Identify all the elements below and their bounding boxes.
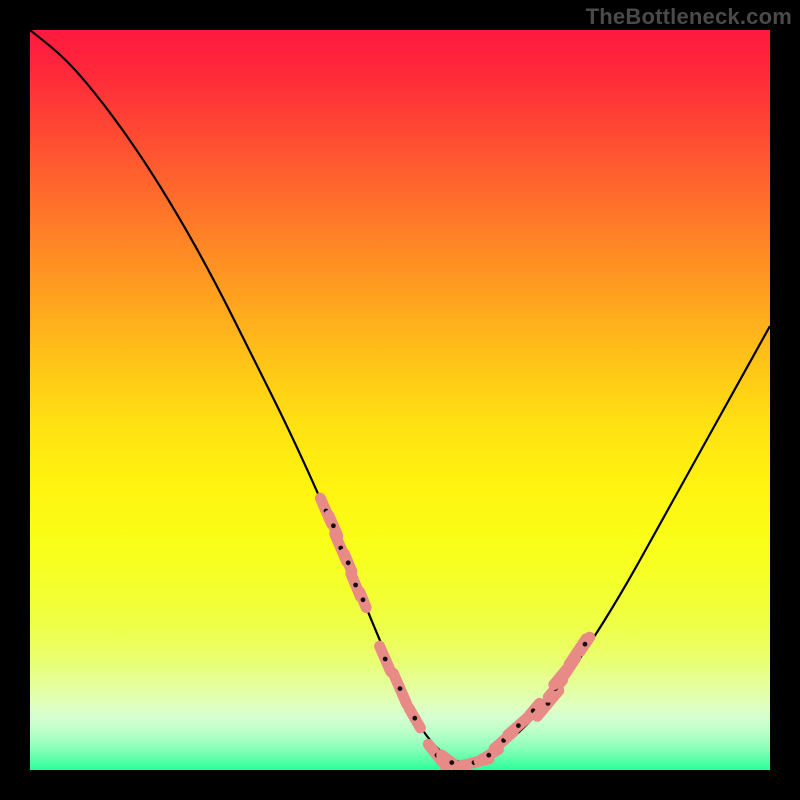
marker-dot [353, 583, 358, 588]
curve-layer [30, 30, 770, 770]
marker-dot [516, 723, 521, 728]
marker-dot [383, 657, 388, 662]
bottleneck-curve [30, 30, 770, 763]
marker-dot [331, 523, 336, 528]
plot-area [30, 30, 770, 770]
curve-markers [320, 498, 589, 770]
marker-dot [583, 642, 588, 647]
marker-dot [398, 686, 403, 691]
marker-dot [486, 753, 491, 758]
chart-frame: TheBottleneck.com [0, 0, 800, 800]
marker-dot [346, 560, 351, 565]
watermark-text: TheBottleneck.com [586, 4, 792, 30]
marker-dot [412, 716, 417, 721]
marker-dot [361, 597, 366, 602]
marker-dot [449, 760, 454, 765]
